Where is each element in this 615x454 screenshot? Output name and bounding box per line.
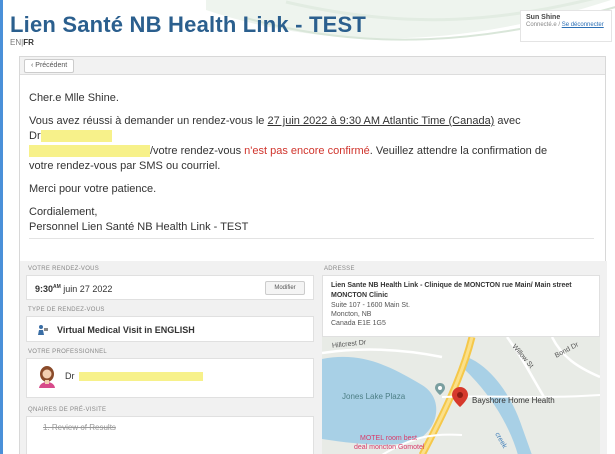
toolbar: ‹ Précédent [20, 57, 605, 75]
map[interactable]: Hillcrest Dr Willow St Bond Dr creek Jon… [322, 337, 600, 454]
professional-box: Dr [26, 358, 314, 398]
plaza-marker-icon [435, 383, 445, 395]
address-box: Lien Sante NB Health Link - Clinique de … [322, 275, 600, 337]
address-line-1: Suite 107 - 1600 Main St. [331, 302, 410, 309]
questionnaire-label: QNAIRES DE PRÉ-VISITE [28, 407, 107, 413]
address-line-2: Moncton, NB [331, 311, 372, 318]
place-motel-line2: deal moncton Gomotel [354, 444, 425, 451]
header: Lien Santé NB Health Link - TEST EN|FR S… [6, 0, 615, 52]
place-bayshore: Bayshore Home Health [472, 396, 555, 405]
appointment-label: VOTRE RENDEZ-VOUS [28, 266, 100, 272]
greeting: Cher.e Mlle Shine. [29, 92, 119, 104]
appointment-datetime: 27 juin 2022 à 9:30 AM Atlantic Time (Ca… [267, 115, 495, 127]
questionnaire-box: 1. Review of Results [26, 416, 314, 454]
page: Lien Santé NB Health Link - TEST EN|FR S… [0, 0, 615, 454]
modify-button[interactable]: Modifier [265, 281, 305, 295]
back-button[interactable]: ‹ Précédent [24, 59, 75, 73]
appointment-time: 9:30AM juin 27 2022 [35, 284, 113, 294]
user-status: Connecté.e / Se déconnecter [526, 22, 606, 28]
place-jones-lake-plaza: Jones Lake Plaza [342, 392, 406, 401]
thanks-text: Merci pour votre patience. [29, 183, 157, 195]
professional-label: VOTRE PROFESSIONNEL [28, 349, 108, 355]
user-name: Sun Shine [526, 14, 561, 21]
visit-type-value: Virtual Medical Visit in ENGLISH [57, 325, 195, 335]
visit-type-box: Virtual Medical Visit in ENGLISH [26, 316, 314, 342]
not-confirmed-text: n'est pas encore confirmé [244, 145, 370, 157]
professional-prefix: Dr [65, 371, 75, 381]
message-body: Vous avez réussi à demander un rendez-vo… [29, 115, 548, 172]
lang-en-link[interactable]: EN [10, 38, 21, 47]
address-label: ADRESSE [324, 266, 355, 272]
app-title: Lien Santé NB Health Link - TEST [10, 12, 366, 37]
redacted-name: xxxxxxxxxxxxxxxxxxxxxx [29, 145, 150, 157]
confirmation-card: ‹ Précédent Cher.e Mlle Shine. Vous avez… [19, 56, 607, 454]
questionnaire-item[interactable]: 1. Review of Results [43, 423, 116, 432]
lang-fr-current: FR [23, 38, 34, 47]
appointment-details: VOTRE RENDEZ-VOUS 9:30AM juin 27 2022 Mo… [20, 261, 607, 454]
clinic-name: Lien Sante NB Health Link - Clinique de … [331, 282, 572, 299]
redacted-professional-name [79, 372, 203, 381]
signature: Cordialement, Personnel Lien Santé NB Hea… [29, 206, 249, 233]
professional-avatar [39, 366, 55, 388]
connected-label: Connecté.e / [526, 22, 561, 28]
user-box: Sun Shine Connecté.e / Se déconnecter [520, 10, 612, 42]
confirmation-message: Cher.e Mlle Shine. Vous avez réussi à de… [29, 91, 594, 243]
address-line-3: Canada E1E 1G5 [331, 320, 386, 327]
virtual-visit-icon [38, 325, 48, 335]
logout-link[interactable]: Se déconnecter [562, 22, 604, 28]
divider [29, 238, 594, 239]
type-label: TYPE DE RENDEZ-VOUS [28, 307, 105, 313]
place-motel-line1: MOTEL room best [360, 435, 417, 442]
language-switcher: EN|FR [10, 38, 34, 47]
appointment-time-box: 9:30AM juin 27 2022 Modifier [26, 275, 314, 300]
location-pin-icon[interactable] [452, 387, 468, 407]
